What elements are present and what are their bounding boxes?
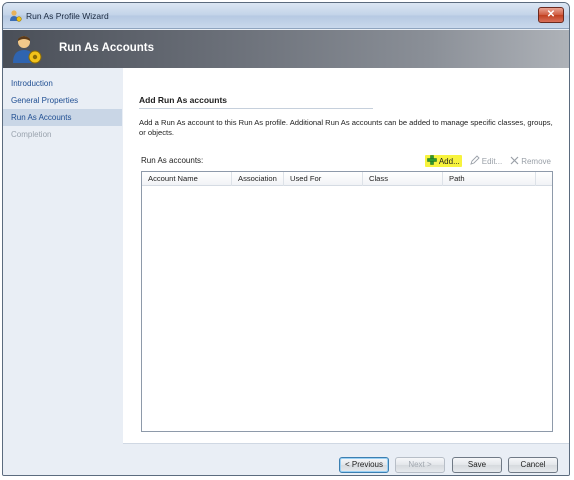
banner-title: Run As Accounts (59, 42, 154, 54)
plus-icon (427, 155, 437, 167)
save-button[interactable]: Save (452, 457, 502, 473)
add-button[interactable]: Add... (424, 155, 462, 167)
previous-button[interactable]: < Previous (339, 457, 389, 473)
next-button: Next > (395, 457, 445, 473)
column-association[interactable]: Association (232, 172, 284, 186)
nav-item-completion: Completion (11, 130, 52, 139)
column-class[interactable]: Class (363, 172, 443, 186)
remove-label: Remove (521, 156, 551, 166)
wizard-step-nav: Introduction General Properties Run As A… (3, 68, 122, 475)
column-filler (536, 172, 552, 186)
cancel-button[interactable]: Cancel (508, 457, 558, 473)
window-title: Run As Profile Wizard (26, 11, 109, 21)
run-as-accounts-table[interactable]: Account Name Association Used For Class … (141, 171, 553, 432)
column-used-for[interactable]: Used For (284, 172, 363, 186)
accounts-toolbar: Add... Edit... Remove (424, 154, 551, 168)
section-title: Add Run As accounts (139, 95, 227, 105)
edit-label: Edit... (481, 156, 503, 166)
edit-button: Edit... (470, 155, 502, 167)
run-as-account-icon (11, 33, 43, 65)
pencil-icon (470, 155, 480, 167)
close-button[interactable]: ✕ (538, 7, 564, 23)
nav-item-run-as-accounts[interactable]: Run As Accounts (3, 109, 122, 126)
wizard-window: Run As Profile Wizard ✕ Run As Accounts … (2, 2, 570, 476)
nav-item-introduction[interactable]: Introduction (3, 75, 122, 92)
column-account-name[interactable]: Account Name (142, 172, 232, 186)
main-content: Add Run As accounts Add a Run As account… (123, 68, 569, 443)
add-label: Add... (438, 156, 460, 166)
accounts-label: Run As accounts: (141, 156, 204, 165)
wizard-icon (9, 9, 22, 22)
table-header: Account Name Association Used For Class … (142, 172, 552, 186)
header-banner: Run As Accounts (3, 30, 569, 68)
remove-x-icon (510, 156, 519, 167)
column-path[interactable]: Path (443, 172, 536, 186)
wizard-footer: < Previous Next > Save Cancel (123, 443, 569, 475)
nav-item-general-properties[interactable]: General Properties (3, 92, 122, 109)
section-divider (139, 108, 373, 109)
section-description: Add a Run As account to this Run As prof… (139, 118, 553, 137)
remove-button: Remove (510, 156, 551, 167)
title-bar[interactable]: Run As Profile Wizard ✕ (3, 3, 569, 29)
